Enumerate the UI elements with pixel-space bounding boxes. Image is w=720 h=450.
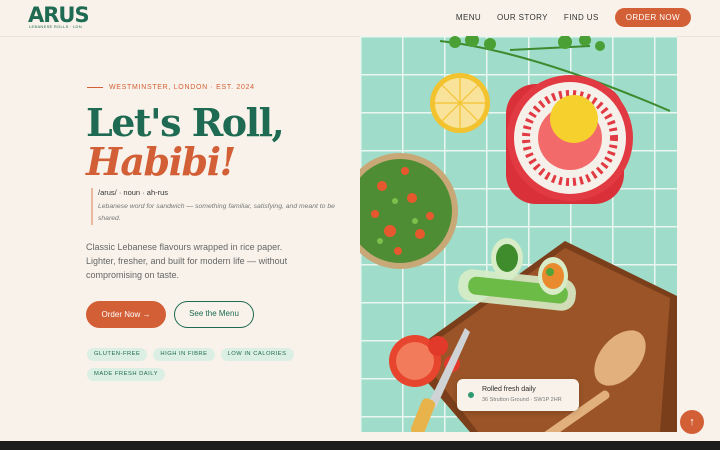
- definition-text: Lebanese word for sandwich — something f…: [98, 203, 335, 222]
- info-card: Rolled fresh daily 36 Strutton Ground · …: [457, 379, 579, 411]
- info-card-title: Rolled fresh daily: [482, 386, 536, 393]
- tag-made-fresh: MADE FRESH DAILY: [87, 368, 165, 381]
- hero-title-line2: Habibi!: [86, 139, 236, 184]
- hero-lead-paragraph: Classic Lebanese flavours wrapped in ric…: [86, 242, 288, 280]
- eyebrow-text: WESTMINSTER, LONDON · EST. 2024: [109, 84, 255, 91]
- hero-food-image: [360, 36, 677, 432]
- brand-logo[interactable]: ARUS LEBANESE ROLLS · LDN: [28, 3, 90, 31]
- definition-pronunciation: /arus/ · noun · ah-rus: [98, 188, 169, 197]
- nav-our-story-link[interactable]: OUR STORY: [497, 13, 548, 22]
- footer-strip: [0, 441, 720, 450]
- order-now-button[interactable]: Order Now →: [86, 301, 166, 328]
- food-photo-illustration: [360, 36, 677, 432]
- order-now-nav-button[interactable]: ORDER NOW: [614, 8, 691, 27]
- status-dot-icon: [468, 392, 474, 398]
- site-header: ARUS LEBANESE ROLLS · LDN MENU OUR STORY…: [0, 0, 720, 37]
- tag-gluten-free: GLUTEN-FREE: [87, 348, 148, 361]
- info-card-address: 36 Strutton Ground · SW1P 2HR: [482, 397, 562, 403]
- logo-tagline: LEBANESE ROLLS · LDN: [29, 24, 82, 29]
- nav-menu-link[interactable]: MENU: [456, 13, 481, 22]
- scroll-to-top-button[interactable]: ↑: [680, 410, 704, 434]
- citrus-juicer: [506, 75, 633, 204]
- main-nav: MENU OUR STORY FIND US ORDER NOW: [456, 8, 691, 27]
- lemon-half: [430, 73, 490, 133]
- eyebrow-rule: [87, 87, 103, 88]
- tag-low-calories: LOW IN CALORIES: [220, 348, 294, 361]
- nav-find-us-link[interactable]: FIND US: [564, 13, 599, 22]
- see-menu-button[interactable]: See the Menu: [174, 301, 254, 328]
- feature-tags: GLUTEN-FREE HIGH IN FIBRE LOW IN CALORIE…: [87, 348, 317, 388]
- tag-high-fibre: HIGH IN FIBRE: [153, 348, 215, 361]
- hero-eyebrow: WESTMINSTER, LONDON · EST. 2024: [87, 84, 255, 91]
- word-definition: /arus/ · noun · ah-rus Lebanese word for…: [91, 188, 348, 225]
